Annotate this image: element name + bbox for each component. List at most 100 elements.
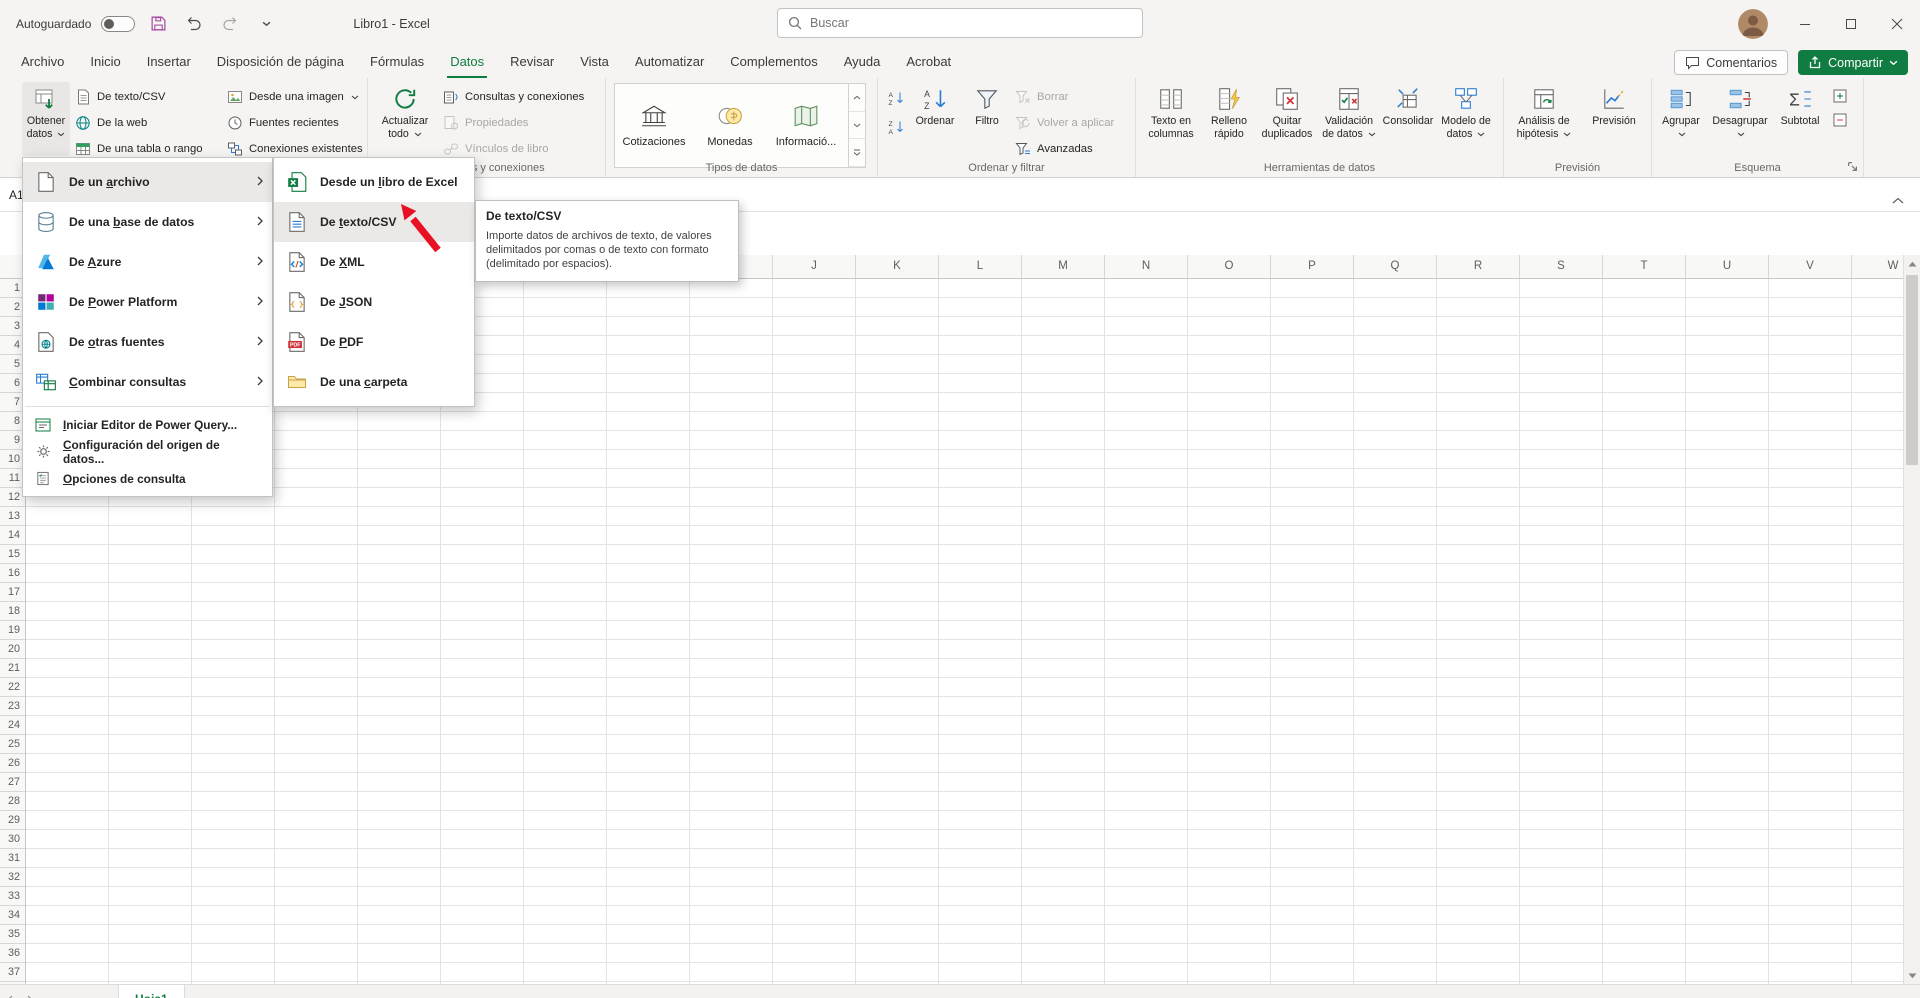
undo-button[interactable] [181, 11, 207, 37]
advanced-filter-button[interactable]: Avanzadas [1014, 136, 1093, 162]
user-avatar[interactable] [1738, 9, 1768, 39]
tab-archivo[interactable]: Archivo [8, 47, 77, 78]
data-model-button[interactable]: Modelo de datos [1436, 82, 1496, 156]
currencies-data-type[interactable]: Monedas [693, 84, 767, 167]
row-header[interactable]: 26 [0, 754, 25, 773]
row-header[interactable]: 30 [0, 830, 25, 849]
tab-inicio[interactable]: Inicio [77, 47, 133, 78]
scroll-down-icon[interactable] [1904, 967, 1920, 984]
what-if-analysis-button[interactable]: Análisis de hipótesis [1508, 82, 1580, 156]
column-header[interactable]: P [1271, 255, 1354, 278]
from-picture-button[interactable]: Desde una imagen [226, 84, 359, 110]
sheet-tab-hoja1[interactable]: Hoja1 [118, 985, 185, 998]
hide-detail-button[interactable] [1830, 110, 1850, 130]
row-header[interactable]: 17 [0, 583, 25, 602]
column-header[interactable]: N [1105, 255, 1188, 278]
row-header[interactable]: 28 [0, 792, 25, 811]
column-header[interactable]: O [1188, 255, 1271, 278]
submenu-item-pdf[interactable]: PDF De PDF [274, 322, 474, 362]
close-button[interactable] [1874, 0, 1920, 47]
row-header[interactable]: 22 [0, 678, 25, 697]
consolidate-button[interactable]: Consolidar [1380, 82, 1436, 156]
tab-complementos[interactable]: Complementos [717, 47, 830, 78]
tab-acrobat[interactable]: Acrobat [893, 47, 964, 78]
menu-item-from-azure[interactable]: De Azure [23, 242, 272, 282]
menu-item-from-power-platform[interactable]: De Power Platform [23, 282, 272, 322]
column-header[interactable]: S [1520, 255, 1603, 278]
row-header[interactable]: 19 [0, 621, 25, 640]
row-header[interactable]: 14 [0, 526, 25, 545]
comments-button[interactable]: Comentarios [1674, 50, 1788, 75]
scroll-thumb[interactable] [1906, 275, 1918, 465]
row-header[interactable]: 15 [0, 545, 25, 564]
tab-vista[interactable]: Vista [567, 47, 622, 78]
column-header[interactable]: T [1603, 255, 1686, 278]
menu-item-from-other-sources[interactable]: De otras fuentes [23, 322, 272, 362]
queries-connections-button[interactable]: Consultas y conexiones [442, 84, 584, 110]
submenu-item-folder[interactable]: De una carpeta [274, 362, 474, 402]
column-header[interactable]: Q [1354, 255, 1437, 278]
flash-fill-button[interactable]: Relleno rápido [1202, 82, 1256, 156]
filter-button[interactable]: Filtro [964, 82, 1010, 156]
tab-insertar[interactable]: Insertar [134, 47, 204, 78]
column-header[interactable]: M [1022, 255, 1105, 278]
reapply-filter-button[interactable]: Volver a aplicar [1014, 110, 1114, 136]
row-header[interactable]: 20 [0, 640, 25, 659]
customize-toolbar-chevron[interactable] [253, 11, 279, 37]
vertical-scrollbar[interactable] [1903, 255, 1920, 984]
menu-item-combine-queries[interactable]: Combinar consultas [23, 362, 272, 402]
column-header[interactable]: V [1769, 255, 1852, 278]
share-button[interactable]: Compartir [1798, 50, 1908, 75]
maximize-button[interactable] [1828, 0, 1874, 47]
column-header[interactable]: W [1852, 255, 1903, 278]
show-detail-button[interactable] [1830, 86, 1850, 106]
clear-filter-button[interactable]: Borrar [1014, 84, 1068, 110]
text-to-columns-button[interactable]: Texto en columnas [1140, 82, 1202, 156]
row-header[interactable]: 25 [0, 735, 25, 754]
group-button[interactable]: Agrupar [1656, 82, 1706, 156]
row-header[interactable]: 32 [0, 868, 25, 887]
properties-button[interactable]: Propiedades [442, 110, 528, 136]
row-header[interactable]: 34 [0, 906, 25, 925]
minimize-button[interactable] [1782, 0, 1828, 47]
column-header[interactable]: R [1437, 255, 1520, 278]
remove-duplicates-button[interactable]: Quitar duplicados [1256, 82, 1318, 156]
column-header[interactable]: L [939, 255, 1022, 278]
data-validation-button[interactable]: Validación de datos [1318, 82, 1380, 156]
tab-formulas[interactable]: Fórmulas [357, 47, 437, 78]
row-header[interactable]: 33 [0, 887, 25, 906]
subtotal-button[interactable]: Σ Subtotal [1774, 82, 1826, 156]
menu-item-from-file[interactable]: De un archivo [23, 162, 272, 202]
row-header[interactable]: 37 [0, 963, 25, 982]
geography-data-type[interactable]: Informació... [769, 84, 843, 167]
sort-az-button[interactable]: AZ [884, 85, 908, 110]
from-web-button[interactable]: De la web [74, 110, 147, 136]
search-box[interactable] [777, 8, 1143, 38]
row-header[interactable]: 18 [0, 602, 25, 621]
column-header[interactable]: K [856, 255, 939, 278]
tab-automatizar[interactable]: Automatizar [622, 47, 717, 78]
row-header[interactable]: 21 [0, 659, 25, 678]
menu-item-power-query-editor[interactable]: Iniciar Editor de Power Query... [23, 411, 272, 438]
save-button[interactable] [145, 11, 171, 37]
refresh-all-button[interactable]: Actualizar todo [374, 82, 436, 156]
menu-item-from-database[interactable]: De una base de datos [23, 202, 272, 242]
menu-item-data-source-settings[interactable]: Configuración del origen de datos... [23, 438, 272, 465]
scroll-up-icon[interactable] [1904, 255, 1920, 272]
tab-revisar[interactable]: Revisar [497, 47, 567, 78]
from-text-csv-button[interactable]: De texto/CSV [74, 84, 165, 110]
row-header[interactable]: 23 [0, 697, 25, 716]
sort-za-button[interactable]: ZA [884, 114, 908, 139]
stocks-data-type[interactable]: Cotizaciones [617, 84, 691, 167]
row-header[interactable]: 27 [0, 773, 25, 792]
menu-item-query-options[interactable]: Opciones de consulta [23, 465, 272, 492]
row-header[interactable]: 29 [0, 811, 25, 830]
row-header[interactable]: 35 [0, 925, 25, 944]
tab-disposicion[interactable]: Disposición de página [204, 47, 357, 78]
get-data-button[interactable]: Obtener datos [22, 82, 70, 156]
sort-button[interactable]: AZ Ordenar [910, 82, 960, 156]
autosave-toggle[interactable] [101, 16, 135, 32]
row-header[interactable]: 13 [0, 507, 25, 526]
row-header[interactable]: 36 [0, 944, 25, 963]
forecast-sheet-button[interactable]: Previsión [1582, 82, 1646, 156]
